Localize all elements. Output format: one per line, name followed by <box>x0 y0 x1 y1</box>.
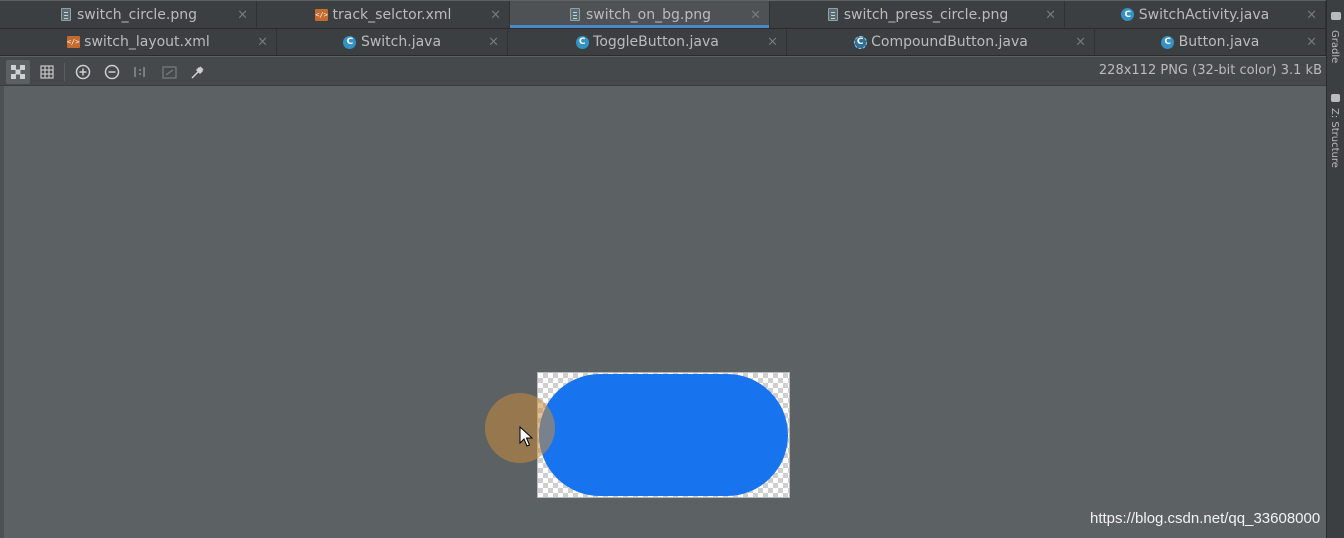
tab-label: Button.java <box>1178 34 1260 50</box>
tab-label: switch_layout.xml <box>84 34 210 50</box>
tab-label: SwitchActivity.java <box>1138 6 1270 23</box>
tab-label: Switch.java <box>360 34 442 50</box>
image-editor-toolbar: 228x112 PNG (32-bit color) 3.1 kB <box>0 57 1326 86</box>
tab-label: switch_press_circle.png <box>843 6 1009 23</box>
tab-label: CompoundButton.java <box>871 34 1028 50</box>
close-icon[interactable]: × <box>1045 7 1056 22</box>
tab-switch-on-bg-png[interactable]: switch_on_bg.png × <box>510 1 770 28</box>
tab-label: ToggleButton.java <box>593 34 719 50</box>
tab-label: switch_on_bg.png <box>585 6 711 23</box>
java-class-icon: C <box>575 35 589 49</box>
java-class-icon: C <box>1161 35 1175 49</box>
chessboard-icon[interactable] <box>6 60 30 84</box>
right-tool-strip: Gradle Z: Structure <box>1326 0 1344 538</box>
image-file-icon <box>826 8 840 22</box>
tab-button-java[interactable]: C Button.java × <box>1095 29 1326 55</box>
close-icon[interactable]: × <box>1306 35 1317 50</box>
close-icon[interactable]: × <box>750 7 761 22</box>
abstract-class-icon: C <box>853 35 867 49</box>
tab-togglebutton-java[interactable]: C ToggleButton.java × <box>508 29 787 55</box>
tab-switch-circle-png[interactable]: switch_circle.png × <box>0 1 257 28</box>
tab-switch-java[interactable]: C Switch.java × <box>277 29 508 55</box>
color-picker-icon[interactable] <box>185 60 209 84</box>
close-icon[interactable]: × <box>1075 35 1086 50</box>
xml-file-icon <box>66 35 80 49</box>
switch-on-bg-image <box>539 374 788 496</box>
tab-label: switch_circle.png <box>76 6 198 23</box>
image-file-icon <box>568 8 582 22</box>
tab-compoundbutton-java[interactable]: C CompoundButton.java × <box>787 29 1095 55</box>
tab-switch-press-circle-png[interactable]: switch_press_circle.png × <box>770 1 1065 28</box>
android-studio-image-viewer: switch_circle.png × track_selctor.xml × … <box>0 0 1344 538</box>
gradle-icon[interactable] <box>1331 12 1341 20</box>
watermark: https://blog.csdn.net/qq_33608000 <box>1090 510 1321 527</box>
close-icon[interactable]: × <box>488 35 499 50</box>
close-icon[interactable]: × <box>257 35 268 50</box>
grid-icon[interactable] <box>35 60 59 84</box>
image-file-icon <box>59 8 73 22</box>
actual-size-icon[interactable] <box>128 60 152 84</box>
close-icon[interactable]: × <box>490 7 501 22</box>
structure-tool-tab[interactable]: Z: Structure <box>1329 108 1340 168</box>
close-icon[interactable]: × <box>237 7 248 22</box>
tab-label: track_selctor.xml <box>332 6 452 23</box>
editor-tabs-row-2: switch_layout.xml × C Switch.java × C To… <box>0 29 1326 56</box>
xml-file-icon <box>315 8 329 22</box>
java-class-icon: C <box>343 35 357 49</box>
editor-tabs-row-1: switch_circle.png × track_selctor.xml × … <box>0 1 1326 29</box>
close-icon[interactable]: × <box>1306 7 1317 22</box>
tab-track-selctor-xml[interactable]: track_selctor.xml × <box>257 1 510 28</box>
tab-switch-layout-xml[interactable]: switch_layout.xml × <box>0 29 277 55</box>
java-class-icon: C <box>1121 8 1135 22</box>
image-info-label: 228x112 PNG (32-bit color) 3.1 kB <box>1098 63 1322 78</box>
tab-switchactivity-java[interactable]: C SwitchActivity.java × <box>1065 1 1326 28</box>
zoom-out-icon[interactable] <box>100 60 124 84</box>
fit-zoom-icon[interactable] <box>157 60 181 84</box>
image-preview <box>537 372 790 498</box>
close-icon[interactable]: × <box>767 35 778 50</box>
structure-icon[interactable] <box>1331 94 1340 102</box>
gradle-tool-tab[interactable]: Gradle <box>1329 30 1340 63</box>
zoom-in-icon[interactable] <box>71 60 95 84</box>
mouse-pointer-icon <box>519 426 533 447</box>
toolbar-separator <box>64 63 65 81</box>
